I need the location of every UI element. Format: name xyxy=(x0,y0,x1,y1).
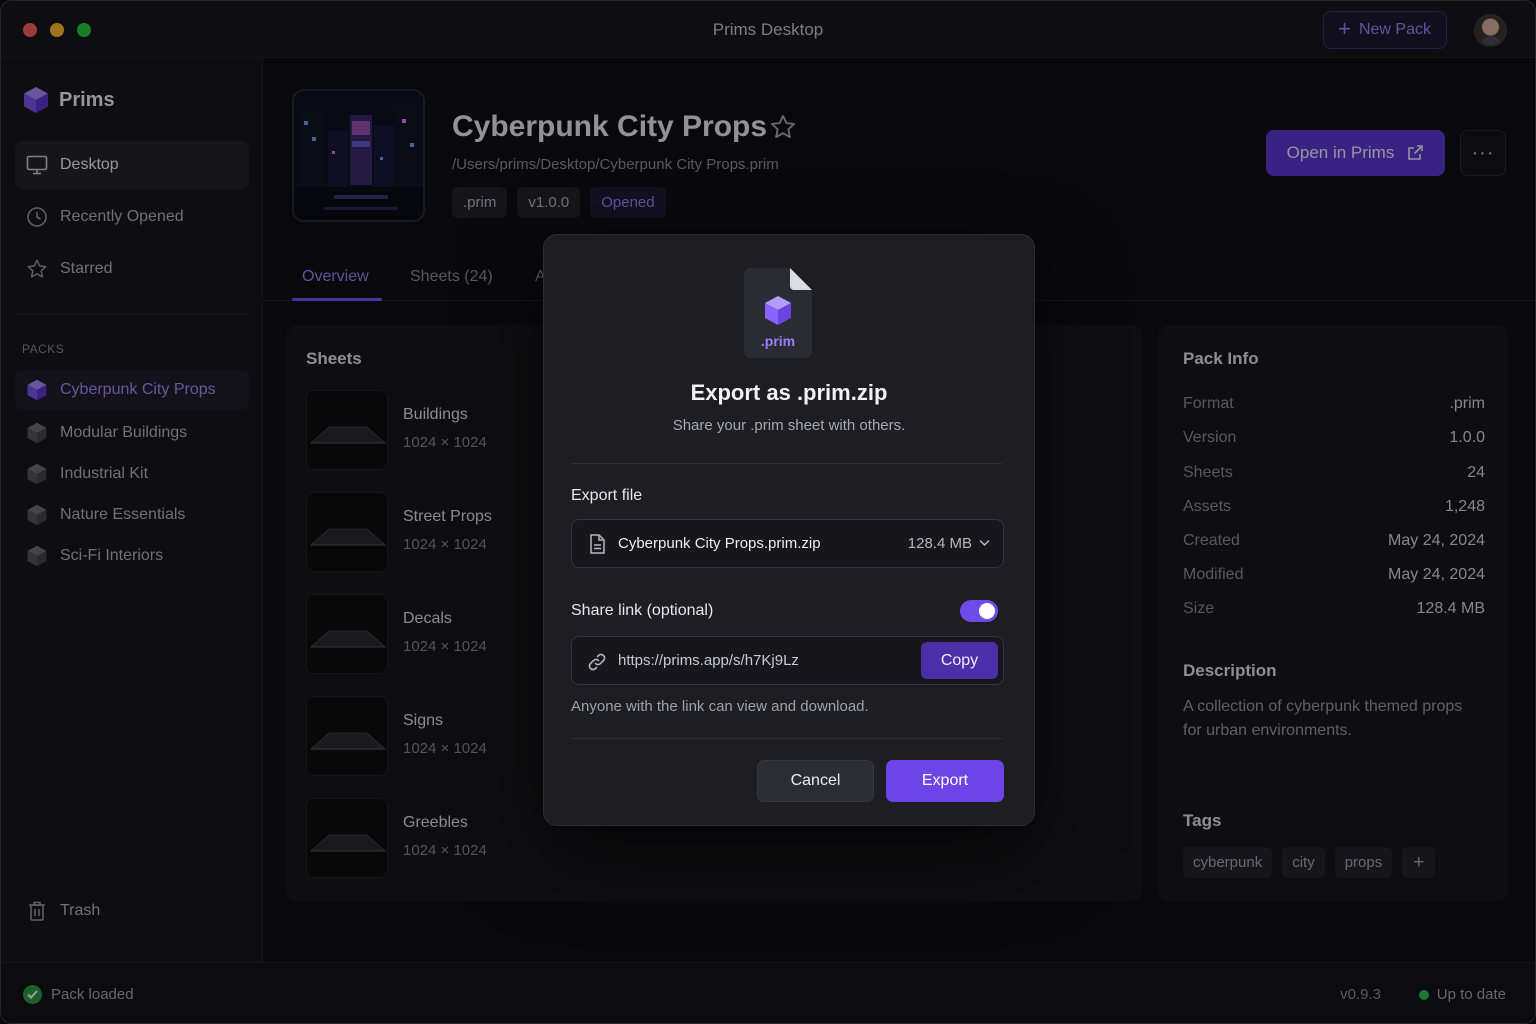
share-link-url: https://prims.app/s/h7Kj9Lz xyxy=(618,652,799,669)
export-dialog: .prim Export as .prim.zip Share your .pr… xyxy=(543,234,1035,826)
share-link-note: Anyone with the link can view and downlo… xyxy=(571,698,869,715)
document-icon xyxy=(590,534,605,554)
dialog-subtitle: Share your .prim sheet with others. xyxy=(672,417,906,434)
toggle-knob xyxy=(979,603,995,619)
share-link-field[interactable]: https://prims.app/s/h7Kj9Lz Copy xyxy=(571,636,1004,685)
copy-link-button[interactable]: Copy xyxy=(921,642,998,679)
share-link-toggle[interactable] xyxy=(960,600,998,622)
export-button[interactable]: Export xyxy=(886,760,1004,802)
link-icon xyxy=(588,653,606,671)
cancel-button[interactable]: Cancel xyxy=(757,760,874,802)
file-badge-text: .prim xyxy=(761,333,795,349)
dialog-divider xyxy=(571,463,1002,464)
dialog-divider xyxy=(571,738,1002,739)
export-file-size: 128.4 MB xyxy=(907,535,972,552)
export-file-name: Cyberpunk City Props.prim.zip xyxy=(618,535,821,552)
export-file-label: Export file xyxy=(571,487,643,504)
dialog-title: Export as .prim.zip xyxy=(690,380,888,405)
prim-file-icon: .prim xyxy=(744,268,812,358)
chevron-down-icon xyxy=(979,539,990,547)
app-window: Prims Desktop + New Pack Prims Desktop R… xyxy=(0,0,1536,1024)
export-file-select[interactable]: Cyberpunk City Props.prim.zip 128.4 MB xyxy=(571,519,1004,568)
share-link-label: Share link (optional) xyxy=(571,602,714,619)
